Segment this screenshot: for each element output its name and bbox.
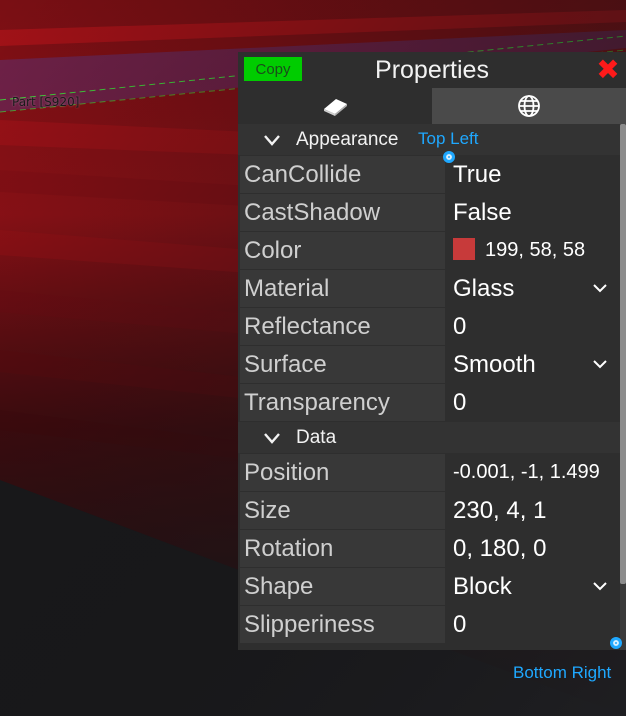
property-name: Size: [240, 492, 445, 529]
chevron-down-icon: [593, 284, 607, 293]
property-name: Position: [240, 454, 445, 491]
dropdown-value: Smooth: [453, 351, 536, 378]
chevron-down-icon: [593, 360, 607, 369]
bottom-right-label: Bottom Right: [513, 663, 612, 682]
color-value[interactable]: 199, 58, 58: [447, 232, 618, 269]
property-value[interactable]: 0: [447, 384, 618, 421]
color-swatch[interactable]: [453, 237, 475, 260]
property-name: Color: [240, 232, 445, 269]
property-name: Slipperiness: [240, 606, 445, 643]
material-dropdown[interactable]: Glass: [447, 270, 618, 307]
dropdown-value: Glass: [453, 275, 515, 302]
section-data[interactable]: Data: [238, 422, 620, 453]
property-value[interactable]: 0: [447, 606, 618, 643]
property-row-rotation[interactable]: Rotation 0, 180, 0: [238, 530, 620, 567]
property-value[interactable]: 230, 4, 1: [447, 492, 618, 529]
property-name: CanCollide: [240, 156, 445, 193]
copy-button[interactable]: Copy: [244, 57, 302, 81]
property-row-castshadow[interactable]: CastShadow False: [238, 194, 620, 231]
property-row-material[interactable]: Material Glass: [238, 270, 620, 307]
shape-dropdown[interactable]: Block: [447, 568, 618, 605]
property-name: Shape: [240, 568, 445, 605]
property-list: Appearance CanCollide True CastShadow Fa…: [238, 124, 620, 643]
property-value[interactable]: False: [447, 194, 618, 231]
property-name: Reflectance: [240, 308, 445, 345]
resize-handle-top-left[interactable]: [443, 151, 455, 163]
tab-world[interactable]: [432, 88, 626, 124]
chevron-down-icon: [264, 135, 280, 146]
property-row-reflectance[interactable]: Reflectance 0: [238, 308, 620, 345]
chevron-down-icon: [264, 433, 280, 444]
section-label: Appearance: [296, 129, 399, 150]
globe-icon: [518, 95, 540, 117]
property-value[interactable]: 0: [447, 308, 618, 345]
property-row-slipperiness[interactable]: Slipperiness 0: [238, 606, 620, 643]
property-name: Rotation: [240, 530, 445, 567]
property-name: Surface: [240, 346, 445, 383]
tab-part[interactable]: [238, 88, 432, 124]
property-row-color[interactable]: Color 199, 58, 58: [238, 232, 620, 269]
surface-dropdown[interactable]: Smooth: [447, 346, 618, 383]
part-eraser-icon: [324, 99, 347, 116]
panel-titlebar[interactable]: Copy Properties ✖: [238, 52, 626, 88]
property-name: Material: [240, 270, 445, 307]
property-row-cancollide[interactable]: CanCollide True: [238, 156, 620, 193]
property-row-size[interactable]: Size 230, 4, 1: [238, 492, 620, 529]
panel-tabs: [238, 88, 626, 124]
color-value-text: 199, 58, 58: [485, 239, 586, 261]
resize-handle-bottom-right[interactable]: [610, 637, 622, 649]
part-label: Part [S920]: [12, 95, 80, 109]
property-value[interactable]: -0.001, -1, 1.499: [447, 454, 618, 491]
property-value[interactable]: True: [447, 156, 618, 193]
property-row-shape[interactable]: Shape Block: [238, 568, 620, 605]
chevron-down-icon: [593, 582, 607, 591]
property-name: CastShadow: [240, 194, 445, 231]
property-value[interactable]: 0, 180, 0: [447, 530, 618, 567]
close-icon[interactable]: ✖: [594, 55, 622, 85]
scrollbar-thumb[interactable]: [620, 124, 626, 584]
dropdown-value: Block: [453, 573, 512, 600]
top-left-label: Top Left: [418, 129, 479, 148]
property-row-surface[interactable]: Surface Smooth: [238, 346, 620, 383]
property-row-transparency[interactable]: Transparency 0: [238, 384, 620, 421]
property-name: Transparency: [240, 384, 445, 421]
property-row-position[interactable]: Position -0.001, -1, 1.499: [238, 454, 620, 491]
section-label: Data: [296, 427, 337, 448]
